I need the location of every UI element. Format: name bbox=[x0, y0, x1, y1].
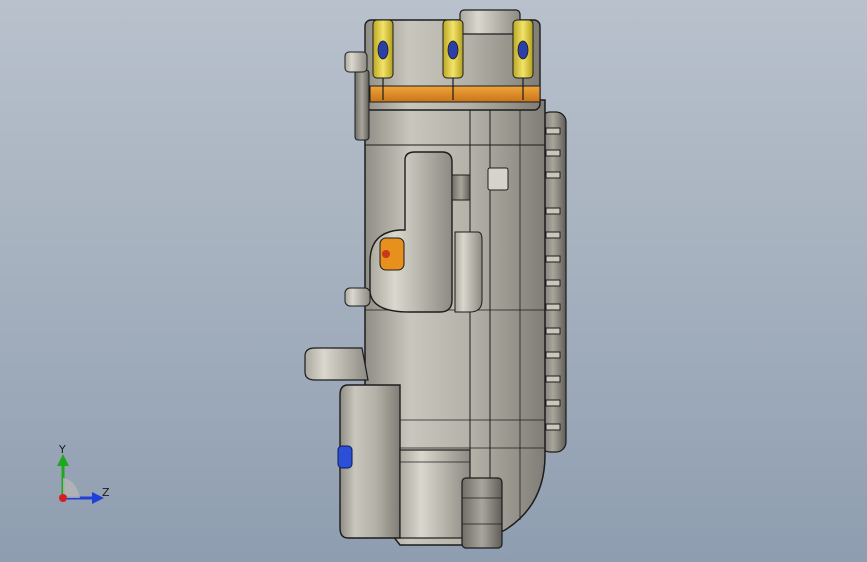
left-nozzle bbox=[304, 347, 369, 381]
y-axis-label: Y bbox=[59, 443, 66, 456]
sensor-element bbox=[379, 237, 405, 271]
graphics-viewport[interactable]: Y Z bbox=[0, 0, 867, 562]
coordinate-triad bbox=[57, 454, 104, 504]
left-pin-upper bbox=[344, 287, 371, 307]
blue-fastener bbox=[337, 445, 353, 469]
hex-nut bbox=[461, 477, 503, 549]
cad-model-view[interactable] bbox=[0, 0, 867, 562]
z-axis-label: Z bbox=[102, 486, 110, 499]
pcb-board bbox=[369, 85, 541, 103]
x-axis-dot bbox=[59, 494, 67, 502]
